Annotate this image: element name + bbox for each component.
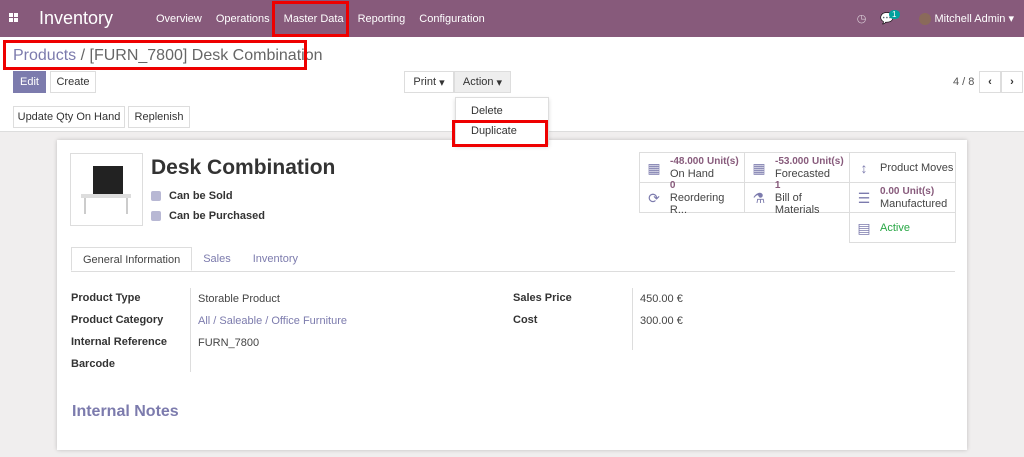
user-name: Mitchell Admin	[934, 12, 1006, 25]
can-be-purchased-label: Can be Purchased	[169, 210, 265, 222]
smart-buttons: ▦ -48.000 Unit(s) On Hand ▦ -53.000 Unit(s)…	[639, 152, 956, 243]
tab-sales[interactable]: Sales	[192, 247, 242, 271]
create-button[interactable]: Create	[50, 71, 96, 93]
stat-product-moves[interactable]: ↕ Product Moves	[849, 152, 956, 183]
cost-field[interactable]: 300.00 €	[640, 315, 683, 327]
internal-reference-field[interactable]: FURN_7800	[198, 337, 259, 349]
tab-general-information[interactable]: General Information	[71, 247, 193, 271]
stat-active-toggle[interactable]: ▤ Active	[849, 212, 956, 243]
can-be-sold-checkbox[interactable]: Can be Sold	[151, 190, 233, 202]
product-category-label: Product Category	[71, 314, 164, 326]
desk-image-icon	[81, 166, 131, 214]
refresh-icon: ⟳	[648, 189, 660, 206]
flask-icon: ⚗	[752, 189, 766, 206]
app-title: Inventory	[39, 8, 114, 28]
messages-badge: 1	[889, 10, 900, 19]
arrows-v-icon: ↕	[860, 159, 868, 176]
tab-inventory[interactable]: Inventory	[242, 247, 309, 271]
update-qty-button[interactable]: Update Qty On Hand	[13, 106, 125, 128]
menu-configuration[interactable]: Configuration	[412, 13, 491, 25]
divider	[190, 288, 191, 372]
internal-notes-title: Internal Notes	[72, 403, 179, 420]
pager-prev-button[interactable]: ‹	[979, 71, 1001, 93]
stat-reordering[interactable]: ⟳ 0 Reordering R...	[639, 180, 745, 216]
building-icon: ▦	[752, 159, 766, 176]
action-dropdown: Delete Duplicate	[455, 97, 549, 145]
action-duplicate[interactable]: Duplicate	[456, 121, 548, 141]
barcode-label: Barcode	[71, 358, 116, 370]
stat-manufactured[interactable]: ☰ 0.00 Unit(s) Manufactured	[849, 182, 956, 213]
menu-operations[interactable]: Operations	[209, 13, 277, 25]
internal-reference-label: Internal Reference	[71, 336, 167, 348]
building-icon: ▦	[647, 159, 661, 176]
breadcrumb-sep: /	[80, 47, 86, 64]
product-category-field[interactable]: All / Saleable / Office Furniture	[198, 315, 347, 327]
pager-value: 4 / 8	[953, 76, 975, 88]
activity-clock-icon[interactable]: ◷	[857, 12, 867, 25]
notebook-tabs: General Information Sales Inventory	[71, 247, 955, 272]
product-image[interactable]	[70, 153, 143, 226]
sales-price-field[interactable]: 450.00 €	[640, 293, 683, 305]
breadcrumb-products[interactable]: Products	[13, 47, 76, 64]
print-button[interactable]: Print ▾	[404, 71, 454, 93]
menu-overview[interactable]: Overview	[149, 13, 209, 25]
product-type-label: Product Type	[71, 292, 141, 304]
messages-icon[interactable]: 💬1	[880, 10, 904, 25]
breadcrumb: Products / [FURN_7800] Desk Combination	[13, 47, 323, 65]
sales-price-label: Sales Price	[513, 292, 572, 304]
divider	[632, 288, 633, 350]
action-delete[interactable]: Delete	[456, 101, 548, 121]
stat-bom[interactable]: ⚗ 1 Bill of Materials	[744, 180, 850, 216]
form-sheet: Desk Combination Can be Sold Can be Purc…	[57, 140, 967, 450]
apps-menu-icon[interactable]	[9, 13, 18, 22]
menu-reporting[interactable]: Reporting	[351, 13, 413, 25]
pager-next-button[interactable]: ›	[1001, 71, 1023, 93]
menu-master-data[interactable]: Master Data	[277, 13, 351, 25]
cost-label: Cost	[513, 314, 538, 326]
product-name: Desk Combination	[151, 156, 336, 179]
replenish-button[interactable]: Replenish	[128, 106, 190, 128]
avatar	[918, 13, 931, 26]
product-type-field[interactable]: Storable Product	[198, 293, 280, 305]
can-be-sold-label: Can be Sold	[169, 190, 233, 202]
can-be-purchased-checkbox[interactable]: Can be Purchased	[151, 210, 265, 222]
list-icon: ☰	[857, 189, 871, 206]
user-menu[interactable]: Mitchell Admin ▾	[918, 12, 1014, 26]
edit-button[interactable]: Edit	[13, 71, 46, 93]
top-navbar: Inventory Overview Operations Master Dat…	[0, 0, 1024, 37]
archive-icon: ▤	[857, 219, 871, 236]
action-button[interactable]: Action ▾	[454, 71, 511, 93]
print-label: Print	[413, 76, 437, 88]
breadcrumb-current: [FURN_7800] Desk Combination	[89, 47, 323, 64]
action-label: Action	[462, 76, 494, 88]
